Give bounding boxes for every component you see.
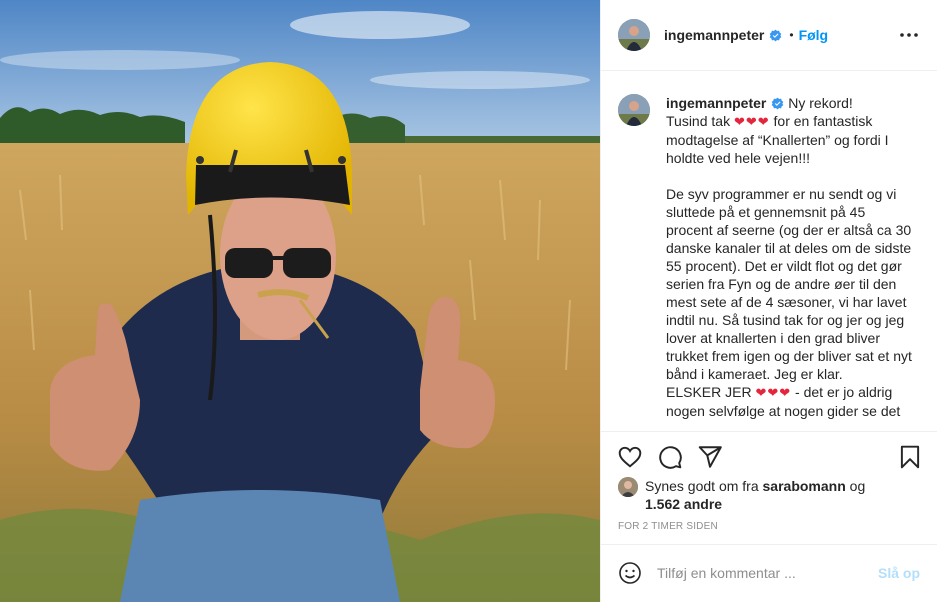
caption-paragraph: De syv programmer er nu sendt og vi slut… [666, 186, 916, 382]
liker-avatar[interactable] [618, 477, 638, 497]
likes-text: Synes godt om fra sarabomann og 1.562 an… [645, 477, 865, 513]
more-horizontal-icon[interactable] [899, 25, 919, 45]
caption-headline: Ny rekord! [788, 95, 853, 111]
liker-username-link[interactable]: sarabomann [763, 478, 846, 494]
likes-summary: Synes godt om fra sarabomann og 1.562 an… [618, 477, 918, 513]
likes-joiner: og [845, 478, 866, 494]
caption-thanks-prefix: Tusind tak [666, 113, 734, 129]
post-photo[interactable] [0, 0, 600, 602]
post-timestamp[interactable]: FOR 2 TIMER SIDEN [618, 521, 718, 532]
heart-emoji-icon: ❤❤❤ [755, 385, 792, 400]
heart-icon[interactable] [617, 444, 643, 470]
likes-count-link[interactable]: 1.562 andre [645, 496, 722, 512]
post-comment-button[interactable]: Slå op [878, 565, 920, 581]
caption-text: ingemannpeter Ny rekord! Tusind tak ❤❤❤ … [666, 94, 912, 420]
heart-emoji-icon: ❤❤❤ [733, 114, 770, 129]
comment-bar: Slå op [601, 544, 937, 602]
caption-avatar[interactable] [618, 94, 650, 126]
verified-badge-icon [772, 97, 784, 110]
follow-separator: • [789, 28, 794, 42]
post-header: ingemannpeter • Følg [601, 0, 937, 71]
avatar[interactable] [618, 19, 650, 51]
verified-badge-icon [770, 29, 782, 41]
comment-input[interactable] [657, 563, 857, 583]
caption-elsker-prefix: ELSKER JER [666, 384, 756, 400]
comment-icon[interactable] [657, 444, 683, 470]
caption-username[interactable]: ingemannpeter [666, 95, 766, 111]
likes-prefix: Synes godt om fra [645, 478, 763, 494]
caption-row: ingemannpeter Ny rekord! Tusind tak ❤❤❤ … [618, 94, 921, 420]
username-link[interactable]: ingemannpeter [664, 27, 764, 43]
smiley-icon[interactable] [618, 561, 642, 585]
send-icon[interactable] [697, 444, 723, 470]
action-bar [601, 431, 937, 479]
caption-scroll-area[interactable]: ingemannpeter Ny rekord! Tusind tak ❤❤❤ … [601, 72, 937, 430]
post-details-panel: ingemannpeter • Følg ingemannpeter Ny re… [600, 0, 937, 602]
bookmark-icon[interactable] [897, 444, 923, 470]
follow-button[interactable]: Følg [799, 27, 829, 43]
